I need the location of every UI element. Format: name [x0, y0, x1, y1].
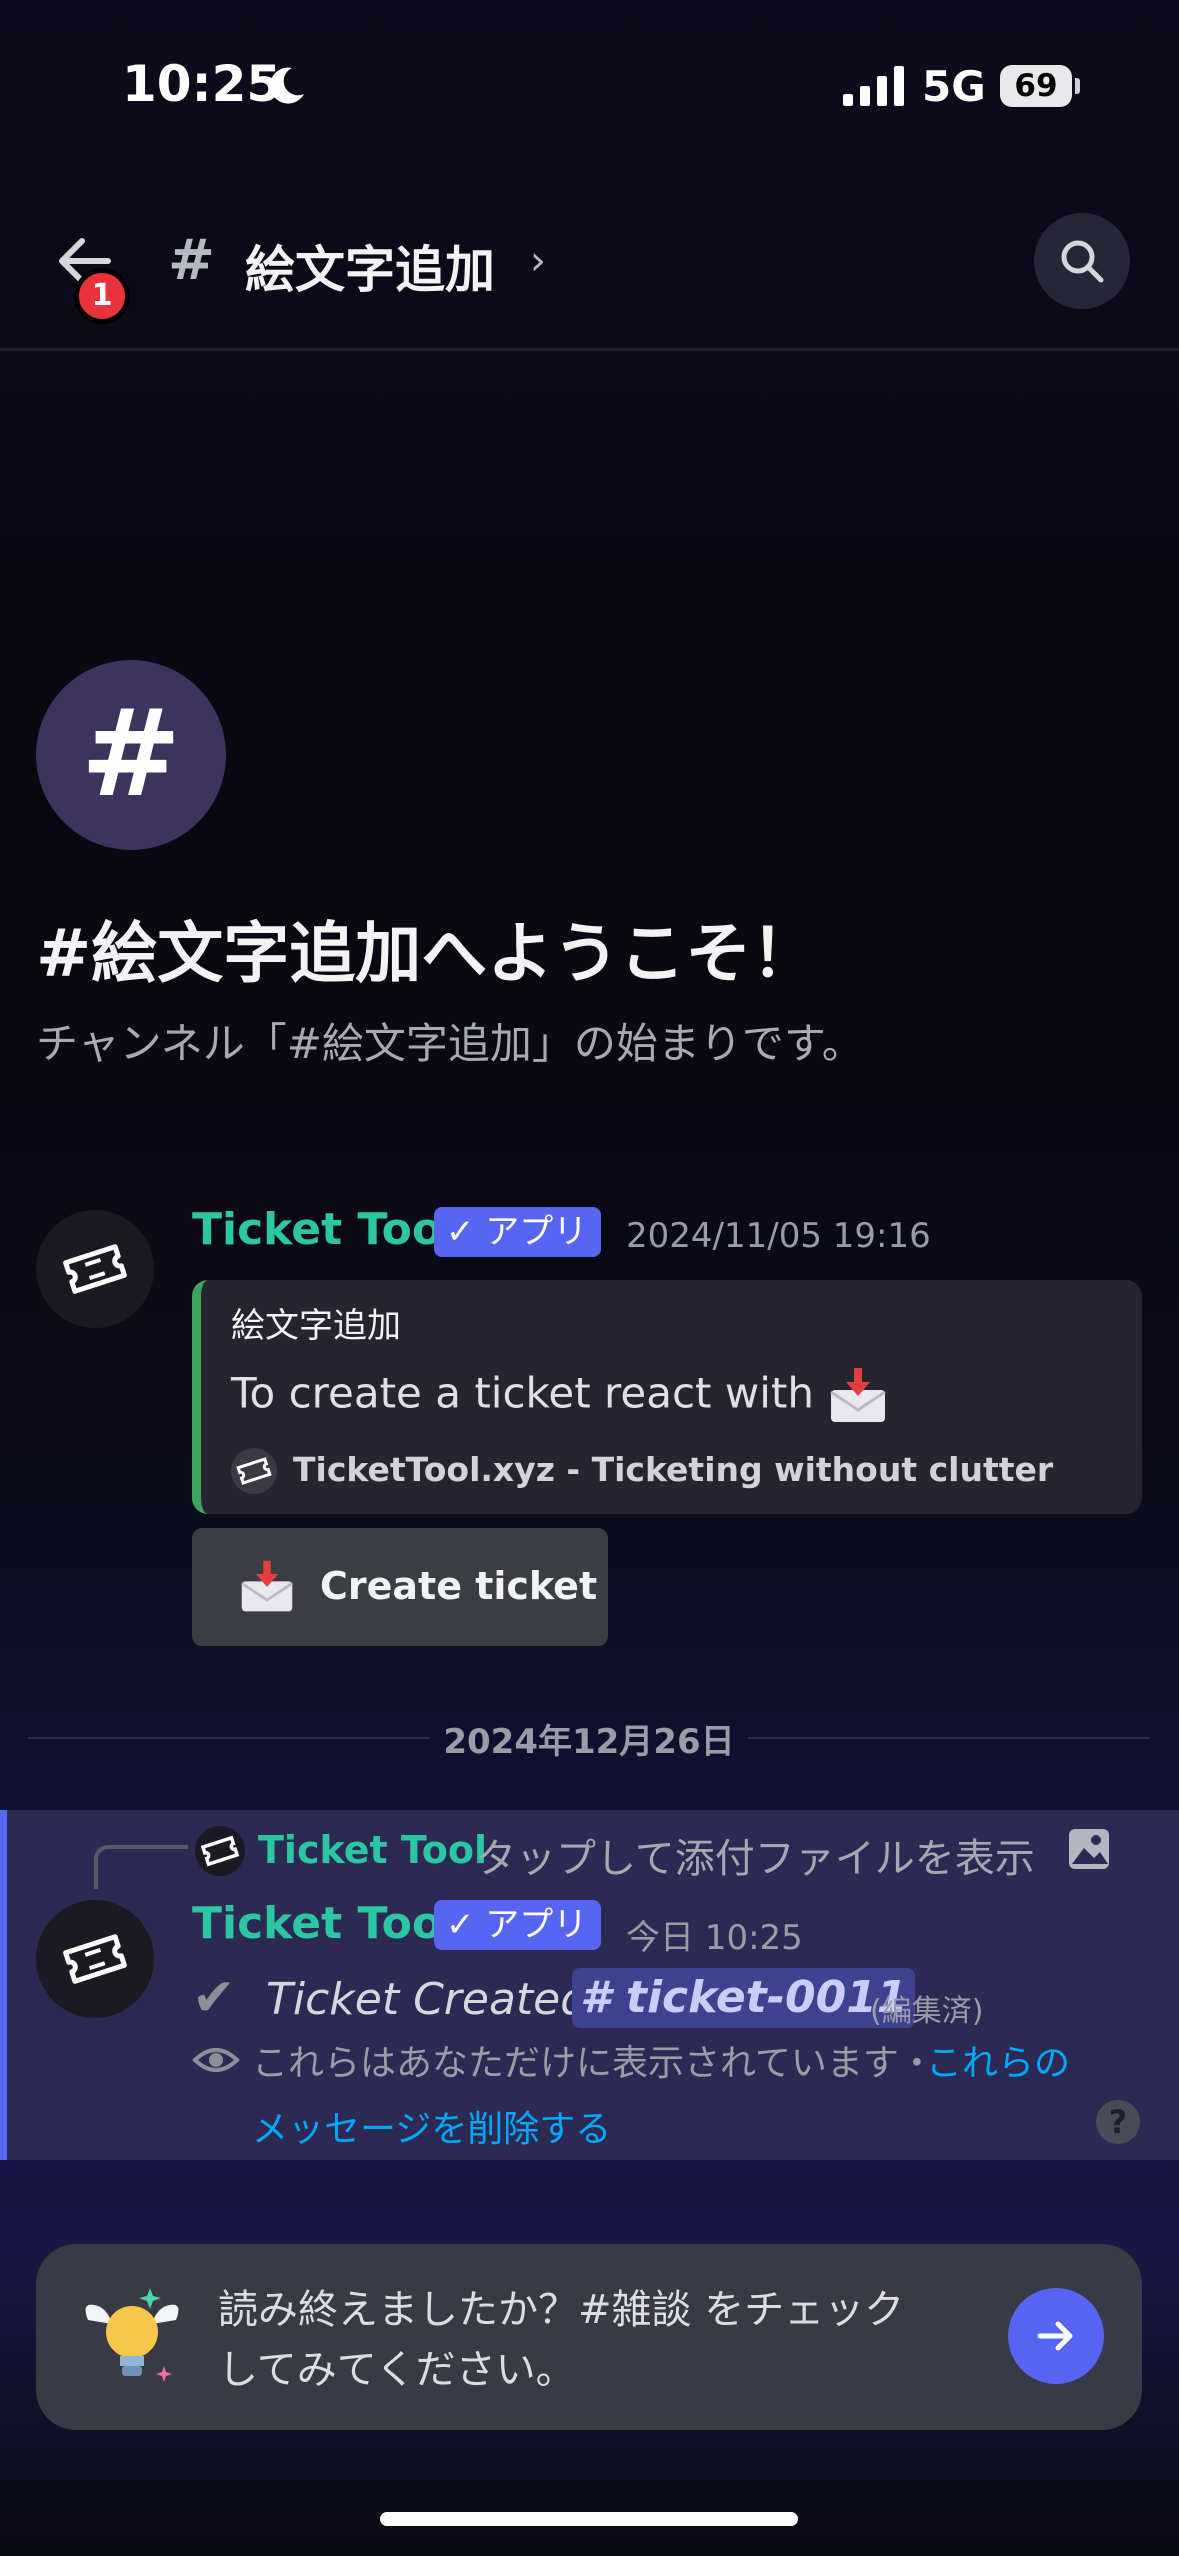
app-tag-label: アプリ [485, 1212, 588, 1252]
ticket-icon [63, 1244, 127, 1294]
battery-indicator: 69 [1000, 65, 1072, 107]
reply-text[interactable]: タップして添付ファイルを表示 [476, 1826, 1035, 1884]
search-icon [1061, 240, 1104, 283]
create-ticket-label: Create ticket [320, 1564, 598, 1608]
avatar[interactable] [36, 1900, 154, 2018]
moon-icon [270, 67, 304, 104]
ticket-icon [63, 1934, 127, 1984]
check-mark-icon: ✔ [192, 1968, 236, 2028]
channel-mention[interactable]: # ticket-0011 [572, 1968, 916, 2028]
message-author[interactable]: Ticket Tool [192, 1204, 457, 1255]
read-prompt-banner[interactable]: 読み終えましたか？#雑談 をチェックしてみてください。 [36, 2244, 1142, 2430]
channel-hash-icon: # [168, 228, 215, 293]
date-divider: 2024年12月26日 [443, 1722, 735, 1762]
reply-connector [94, 1845, 188, 1889]
divider-line [28, 1737, 430, 1739]
divider-line [748, 1737, 1150, 1739]
network-label: 5G [922, 62, 986, 111]
welcome-title: #絵文字追加へようこそ！ [36, 915, 818, 992]
signal-icon [843, 66, 904, 106]
inbox-tray-icon [240, 1560, 294, 1612]
welcome-subtitle: チャンネル「#絵文字追加」の始まりです。 [36, 1019, 864, 1068]
notification-badge: 1 [74, 268, 130, 324]
ticket-icon [231, 1448, 277, 1494]
reply-author[interactable]: Ticket Tool [258, 1828, 487, 1872]
winged-lightbulb-icon [85, 2288, 179, 2382]
hash-icon: # [80, 685, 182, 824]
app-tag: ✓ アプリ [434, 1207, 602, 1257]
channel-title[interactable]: 絵文字追加 [245, 230, 495, 302]
message-text: Ticket Created [266, 1974, 589, 2025]
edited-label: (編集済) [870, 1994, 984, 2029]
inbox-tray-icon [830, 1368, 887, 1422]
arrow-right-icon [1037, 2321, 1073, 2351]
channel-icon: # [36, 660, 226, 850]
eye-icon [192, 2048, 240, 2072]
search-button[interactable] [1034, 213, 1130, 309]
create-ticket-button[interactable]: Create ticket [192, 1528, 608, 1646]
delete-messages-link[interactable]: これらの [926, 2034, 1070, 2086]
message-timestamp: 2024/11/05 19:16 [626, 1216, 931, 1256]
embed-title: 絵文字追加 [231, 1306, 401, 1346]
delete-messages-link[interactable]: メッセージを削除する [252, 2100, 611, 2152]
go-button[interactable] [1008, 2288, 1104, 2384]
message-embed: 絵文字追加 To create a ticket react with Tick… [192, 1280, 1142, 1514]
reply-avatar[interactable] [195, 1826, 245, 1876]
embed-description-text: To create a ticket react with [231, 1368, 814, 1418]
image-icon [1069, 1829, 1109, 1869]
battery-tip [1075, 78, 1080, 94]
ephemeral-note: これらはあなただけに表示されています・ [252, 2043, 935, 2084]
app-tag: ✓ アプリ [434, 1900, 602, 1950]
message-timestamp: 今日 10:25 [626, 1918, 803, 1958]
home-indicator[interactable] [380, 2512, 798, 2526]
ticket-icon [200, 1835, 240, 1867]
help-icon[interactable]: ? [1096, 2100, 1140, 2144]
avatar[interactable] [36, 1210, 154, 1328]
message-author[interactable]: Ticket Tool [192, 1898, 457, 1949]
chevron-right-icon[interactable]: › [530, 238, 546, 284]
embed-footer: TicketTool.xyz - Ticketing without clutt… [293, 1450, 1054, 1489]
prompt-text: 読み終えましたか？#雑談 をチェックしてみてください。 [218, 2287, 905, 2393]
app-tag-label: アプリ [485, 1905, 588, 1945]
embed-description: To create a ticket react with [231, 1368, 889, 1424]
status-time: 10:25 [122, 55, 282, 113]
